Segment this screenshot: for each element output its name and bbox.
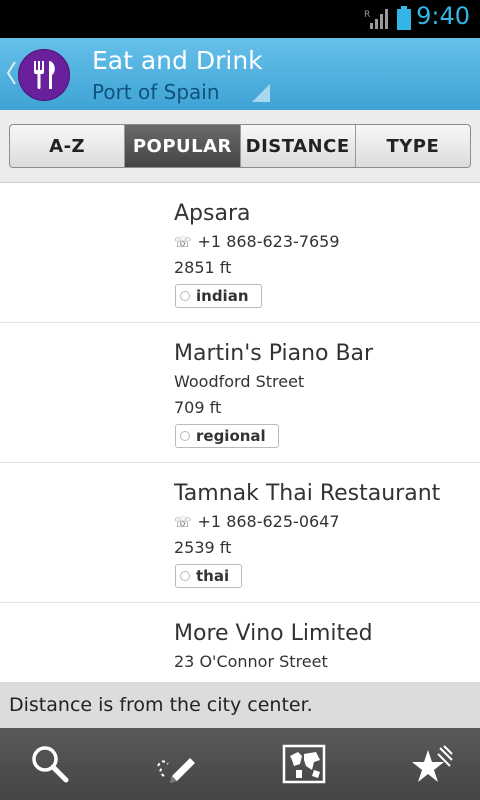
list-item[interactable]: Martin's Piano Bar Woodford Street 709 f… <box>0 323 480 463</box>
place-tag: indian <box>175 284 262 308</box>
place-phone-row: ☏ +1 868-625-0647 <box>174 512 340 531</box>
signal-icon: R <box>364 9 388 29</box>
search-icon[interactable] <box>28 742 72 786</box>
screen-title: Eat and Drink <box>92 46 263 75</box>
place-address: Woodford Street <box>174 372 305 391</box>
list-item[interactable]: More Vino Limited 23 O'Connor Street <box>0 603 480 682</box>
fork-knife-icon[interactable] <box>18 49 70 101</box>
place-name: Tamnak Thai Restaurant <box>174 481 441 506</box>
list-item[interactable]: Apsara ☏ +1 868-623-7659 2851 ft indian <box>0 183 480 323</box>
tab-a-z[interactable]: A-Z <box>10 125 126 167</box>
list-item[interactable]: Tamnak Thai Restaurant ☏ +1 868-625-0647 … <box>0 463 480 603</box>
place-phone: +1 868-625-0647 <box>197 512 340 531</box>
place-phone: +1 868-623-7659 <box>197 232 340 251</box>
pencil-icon[interactable] <box>154 742 198 786</box>
distance-info-bar: Distance is from the city center. <box>0 682 480 728</box>
place-tag: thai <box>175 564 243 588</box>
bottom-toolbar <box>0 728 480 800</box>
status-bar: R 9:40 <box>0 0 480 38</box>
action-bar: Eat and Drink Port of Spain <box>0 38 480 112</box>
back-chevron-icon[interactable] <box>5 60 17 86</box>
svg-text:R: R <box>364 10 370 20</box>
place-name: Apsara <box>174 201 251 226</box>
place-name: More Vino Limited <box>174 621 373 646</box>
distance-info-text: Distance is from the city center. <box>9 694 313 716</box>
stars-icon[interactable] <box>410 742 454 786</box>
city-spinner[interactable]: Port of Spain <box>92 80 220 104</box>
tab-type[interactable]: TYPE <box>356 125 470 167</box>
phone-icon: ☏ <box>174 235 192 251</box>
clock: 9:40 <box>416 2 470 30</box>
place-phone-row: ☏ +1 868-623-7659 <box>174 232 340 251</box>
place-name: Martin's Piano Bar <box>174 341 374 366</box>
battery-icon <box>397 6 411 30</box>
sort-tabs-area: A-Z POPULAR DISTANCE TYPE <box>0 110 480 183</box>
tab-distance[interactable]: DISTANCE <box>241 125 356 167</box>
place-address: 23 O'Connor Street <box>174 652 328 671</box>
spinner-triangle-icon <box>252 84 270 102</box>
place-distance: 709 ft <box>174 398 222 417</box>
sort-tabs: A-Z POPULAR DISTANCE TYPE <box>9 124 471 168</box>
place-tag: regional <box>175 424 279 448</box>
tab-popular[interactable]: POPULAR <box>125 125 241 167</box>
place-distance: 2539 ft <box>174 538 232 557</box>
map-icon[interactable] <box>282 742 326 786</box>
phone-icon: ☏ <box>174 515 192 531</box>
place-distance: 2851 ft <box>174 258 232 277</box>
places-list: Apsara ☏ +1 868-623-7659 2851 ft indian M… <box>0 183 480 682</box>
